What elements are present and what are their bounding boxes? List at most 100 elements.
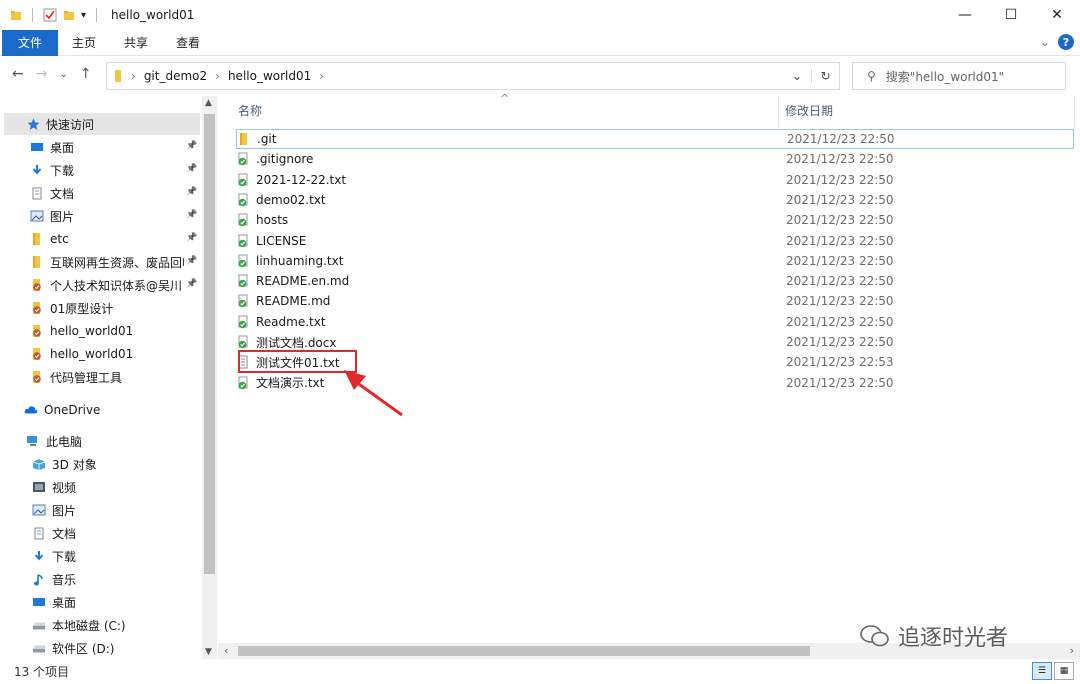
file-row[interactable]: LICENSE 2021/12/23 22:50 [236, 231, 1074, 251]
sidebar-item[interactable]: 下载 [30, 159, 74, 181]
folder-icon[interactable] [10, 9, 22, 21]
sidebar-item-onedrive[interactable]: OneDrive [24, 399, 100, 421]
file-name: 测试文档.docx [256, 335, 337, 350]
customize-toolbar-icon[interactable]: ▾ [81, 10, 86, 21]
chevron-right-icon[interactable]: › [131, 69, 136, 83]
new-folder-icon[interactable] [63, 9, 75, 21]
git-file-icon [236, 294, 250, 308]
file-row[interactable]: demo02.txt 2021/12/23 22:50 [236, 190, 1074, 210]
column-date-label: 修改日期 [785, 103, 834, 118]
scroll-thumb[interactable] [238, 646, 810, 656]
chevron-down-icon[interactable]: ⌄ [783, 69, 811, 83]
forward-icon[interactable]: → [36, 66, 48, 82]
tab-view[interactable]: 查看 [162, 30, 214, 56]
pin-icon[interactable]: 📌 [186, 141, 197, 151]
help-icon[interactable]: ? [1058, 34, 1074, 50]
sidebar-item[interactable]: hello_world01 [30, 320, 133, 342]
folder-icon [115, 70, 121, 82]
file-row[interactable]: .gitignore 2021/12/23 22:50 [236, 149, 1074, 169]
pin-icon[interactable]: 📌 [186, 256, 197, 266]
sidebar-item[interactable]: 本地磁盘 (C:) [32, 614, 126, 636]
scroll-down-icon[interactable]: ▼ [205, 647, 212, 657]
column-header-date[interactable]: 修改日期 [785, 96, 833, 124]
scroll-right-icon[interactable]: › [1070, 644, 1074, 657]
git-file-icon [236, 152, 250, 166]
up-icon[interactable]: ↑ [80, 66, 92, 82]
file-row[interactable]: linhuaming.txt 2021/12/23 22:50 [236, 251, 1074, 271]
sidebar-item[interactable]: 3D 对象 [32, 453, 97, 475]
git-file-icon [236, 213, 250, 227]
file-row[interactable]: Readme.txt 2021/12/23 22:50 [236, 312, 1074, 332]
sidebar-item[interactable]: 图片 [30, 205, 74, 227]
expand-ribbon-icon[interactable]: ⌄ [1040, 35, 1050, 49]
tab-share[interactable]: 共享 [110, 30, 162, 56]
sidebar-item[interactable]: 文档 [32, 522, 76, 544]
git-file-icon [236, 193, 250, 207]
sidebar-item-label: 桌面 [50, 140, 75, 155]
sidebar-item[interactable]: hello_world01 [30, 343, 133, 365]
sidebar-item-this-pc[interactable]: 此电脑 [26, 430, 82, 452]
sidebar-item[interactable]: 桌面 [30, 136, 74, 158]
sidebar-item[interactable]: 软件区 (D:) [32, 637, 114, 659]
back-icon[interactable]: ← [12, 66, 24, 82]
pin-icon[interactable]: 📌 [186, 164, 197, 174]
sidebar-item[interactable]: 互联网再生资源、废品回收 [30, 251, 184, 273]
file-name: hosts [256, 213, 289, 228]
file-date: 2021/12/23 22:50 [786, 233, 894, 248]
pin-icon[interactable]: 📌 [186, 233, 197, 243]
sidebar-item[interactable]: 音乐 [32, 568, 76, 590]
sidebar-item[interactable]: 下载 [32, 545, 76, 567]
video-icon [32, 480, 46, 494]
picture-icon [32, 503, 46, 517]
tab-file[interactable]: 文件 [2, 29, 59, 56]
breadcrumb-git-demo2[interactable]: git_demo2 [144, 69, 207, 83]
column-header-name[interactable]: 名称 [238, 96, 262, 124]
refresh-icon[interactable]: ↻ [811, 69, 839, 83]
column-divider[interactable] [778, 96, 779, 126]
sidebar-item-label: 个人技术知识体系@吴川 [50, 278, 183, 293]
file-row[interactable]: README.en.md 2021/12/23 22:50 [236, 271, 1074, 291]
pin-icon[interactable]: 📌 [186, 210, 197, 220]
close-button[interactable]: ✕ [1034, 0, 1080, 30]
sidebar-item[interactable]: 01原型设计 [30, 297, 113, 319]
sidebar-item[interactable]: etc [30, 228, 69, 250]
breadcrumb-hello-world01[interactable]: hello_world01 [228, 69, 311, 83]
file-row[interactable]: 2021-12-22.txt 2021/12/23 22:50 [236, 170, 1074, 190]
sidebar-item[interactable]: 个人技术知识体系@吴川 [30, 274, 182, 296]
column-divider[interactable] [1074, 96, 1075, 126]
tab-home[interactable]: 主页 [58, 30, 110, 56]
sidebar-item-label: 01原型设计 [50, 301, 114, 316]
sidebar-item[interactable]: 桌面 [32, 591, 76, 613]
wechat-icon [860, 625, 889, 647]
chevron-right-icon[interactable]: › [319, 69, 324, 83]
sidebar-item[interactable]: 视频 [32, 476, 76, 498]
quick-access[interactable]: 快速访问 [26, 113, 94, 135]
nav-vertical-scrollbar[interactable]: ▲ ▼ [202, 96, 217, 659]
recent-locations-icon[interactable]: ⌄ [59, 69, 67, 80]
file-row[interactable]: hosts 2021/12/23 22:50 [236, 210, 1074, 230]
scroll-left-icon[interactable]: ‹ [224, 644, 228, 657]
minimize-button[interactable]: — [942, 0, 988, 30]
file-date: 2021/12/23 22:50 [786, 172, 894, 187]
3d-objects-icon [32, 457, 46, 471]
file-row[interactable]: 测试文档.docx 2021/12/23 22:50 [236, 332, 1074, 352]
sidebar-item[interactable]: 图片 [32, 499, 76, 521]
file-row[interactable]: README.md 2021/12/23 22:50 [236, 291, 1074, 311]
scroll-thumb[interactable] [204, 114, 215, 574]
file-row[interactable]: .git 2021/12/23 22:50 [236, 129, 1074, 149]
address-bar[interactable]: › git_demo2 › hello_world01 › ⌄ ↻ [106, 62, 840, 90]
large-icons-view-icon[interactable]: ▦ [1054, 662, 1074, 680]
pin-icon[interactable]: 📌 [186, 187, 197, 197]
search-box[interactable]: ⚲ 搜索"hello_world01" [852, 62, 1066, 90]
maximize-button[interactable]: ☐ [988, 0, 1034, 30]
chevron-right-icon[interactable]: › [215, 69, 220, 83]
properties-icon[interactable] [43, 8, 57, 22]
sidebar-item[interactable]: 代码管理工具 [30, 366, 122, 388]
sidebar-item[interactable]: 文档 [30, 182, 74, 204]
scroll-up-icon[interactable]: ▲ [205, 98, 212, 108]
search-input[interactable]: 搜索"hello_world01" [886, 68, 1004, 85]
details-view-icon[interactable]: ☰ [1032, 662, 1052, 680]
pin-icon[interactable]: 📌 [186, 279, 197, 289]
file-date: 2021/12/23 22:50 [786, 314, 894, 329]
folder-icon [237, 132, 251, 146]
